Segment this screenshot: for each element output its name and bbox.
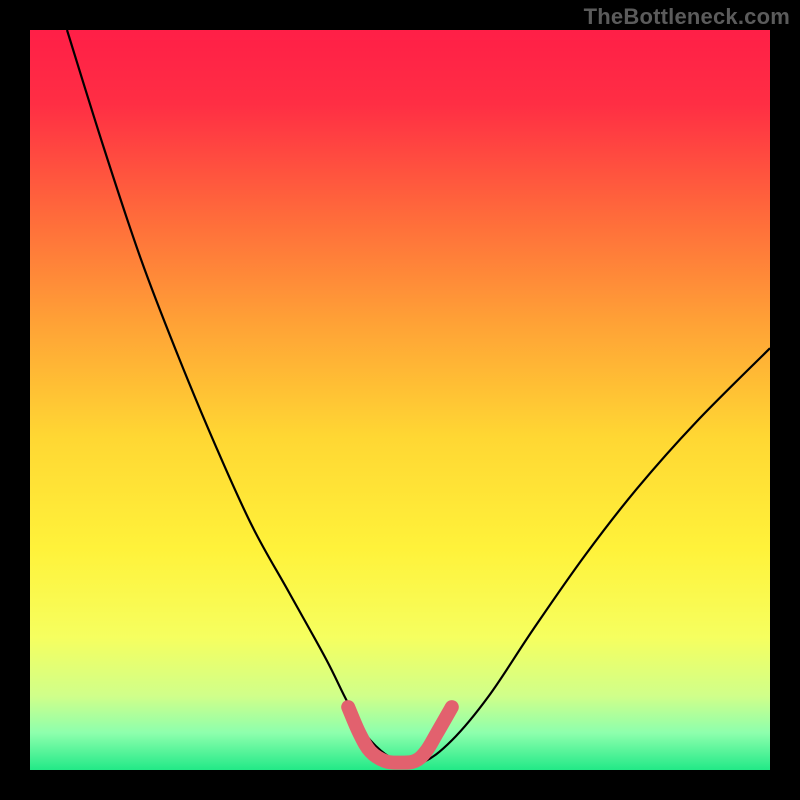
chart-frame: TheBottleneck.com [0, 0, 800, 800]
bottleneck-chart [0, 0, 800, 800]
gradient-background [30, 30, 770, 770]
watermark-label: TheBottleneck.com [584, 4, 790, 30]
